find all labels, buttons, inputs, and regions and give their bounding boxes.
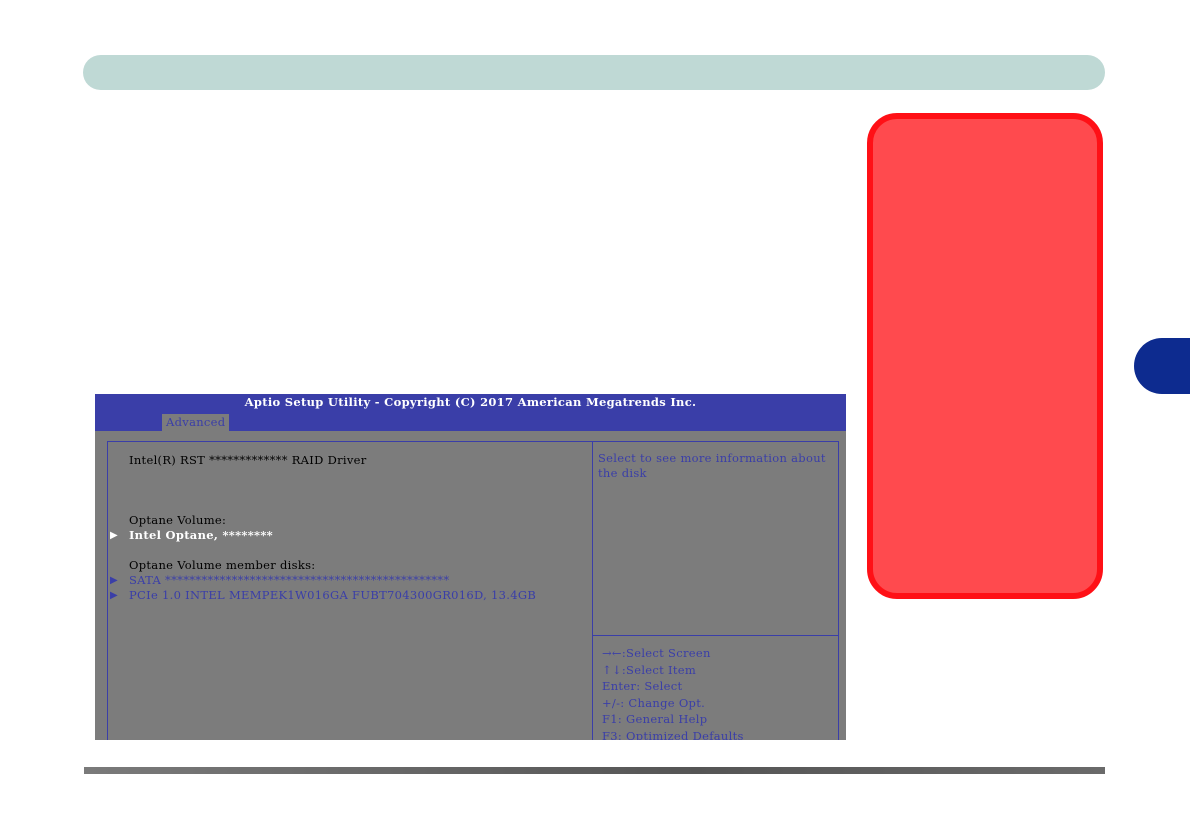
up-down-arrows-icon: ↑↓	[602, 662, 622, 677]
left-right-arrows-icon: →←	[602, 646, 622, 660]
key-help-item: F3: Optimized Defaults	[602, 728, 744, 741]
key-help-item: Enter: Select	[602, 679, 683, 693]
key-help-list: →←:Select Screen ↑↓:Select Item Enter: S…	[602, 645, 744, 740]
arrow-right-icon: ▶	[110, 530, 118, 541]
driver-label: Intel(R) RST ************* RAID Driver	[129, 453, 367, 467]
key-help-item: F1: General Help	[602, 712, 708, 726]
help-description: Select to see more information about the…	[598, 451, 826, 480]
footer-rule	[84, 767, 1105, 774]
disk-sata-item[interactable]: SATA ***********************************…	[129, 573, 449, 587]
arrow-right-icon: ▶	[110, 575, 118, 586]
optane-volume-heading: Optane Volume:	[129, 513, 227, 527]
key-help-item: ↑↓:Select Item	[602, 662, 697, 677]
tab-advanced[interactable]: Advanced	[162, 414, 230, 431]
bios-tabbar: Advanced	[95, 414, 846, 431]
disk-pcie-item[interactable]: PCIe 1.0 INTEL MEMPEK1W016GA FUBT704300G…	[129, 588, 536, 602]
key-help-item: +/-: Change Opt.	[602, 695, 706, 710]
bios-main-panel: Intel(R) RST ************* RAID Driver O…	[107, 441, 593, 740]
member-disks-heading: Optane Volume member disks:	[129, 558, 316, 572]
note-box	[867, 113, 1103, 599]
key-help-item: →←:Select Screen	[602, 646, 711, 660]
bios-title: Aptio Setup Utility - Copyright (C) 2017…	[95, 394, 846, 414]
bios-help-panel: Select to see more information about the…	[592, 441, 839, 740]
optane-volume-item[interactable]: Intel Optane, ********	[129, 528, 273, 542]
help-divider	[593, 635, 838, 636]
chapter-tab	[1134, 338, 1190, 394]
bios-screenshot: Aptio Setup Utility - Copyright (C) 2017…	[95, 394, 846, 740]
arrow-right-icon: ▶	[110, 590, 118, 601]
page-header-bar	[83, 55, 1105, 90]
